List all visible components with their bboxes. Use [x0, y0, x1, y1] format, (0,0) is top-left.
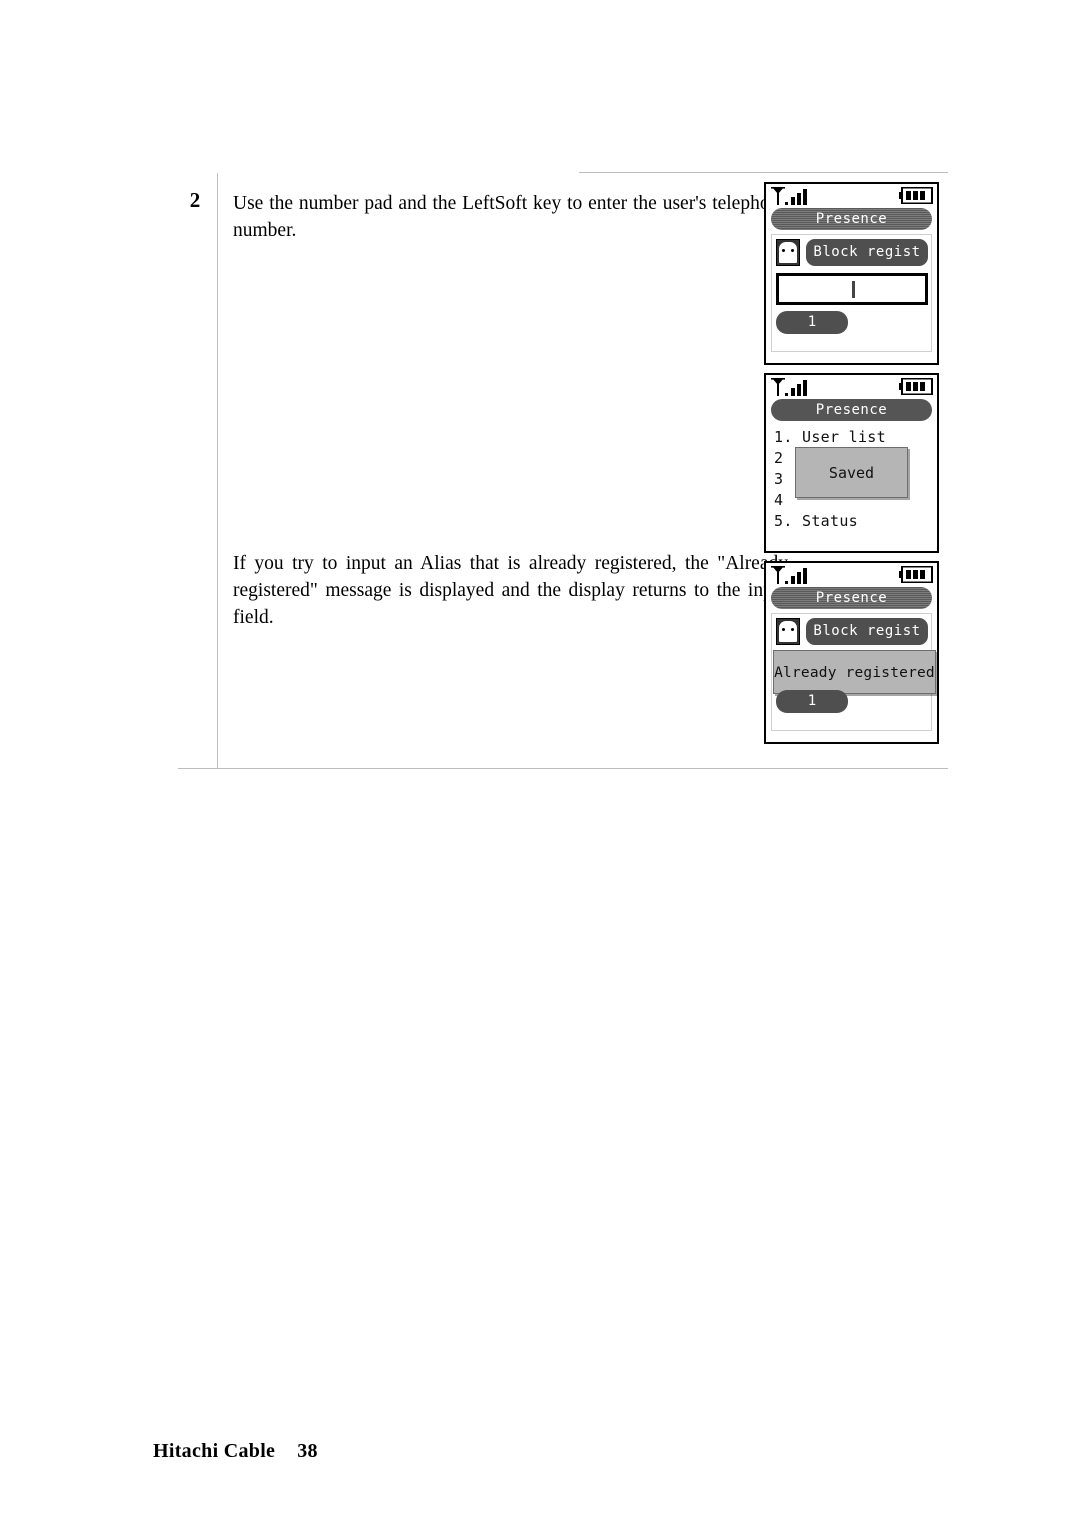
step-note-text: If you try to input an Alias that is alr…	[233, 553, 788, 628]
already-registered-dialog: Already registered	[773, 650, 936, 694]
phone-screenshot-already-registered: Presence Block regist Already registered…	[764, 561, 939, 744]
softkey-1-button[interactable]: 1	[776, 690, 848, 713]
menu-item[interactable]: 1. User list	[774, 427, 930, 448]
softkey-1-button[interactable]: 1	[776, 311, 848, 334]
screen-title: Presence	[771, 399, 932, 421]
block-regist-row: Block regist	[776, 618, 928, 646]
screen-content: Block regist 1	[771, 234, 932, 352]
screen-title: Presence	[771, 208, 932, 230]
battery-icon	[899, 566, 933, 583]
telephone-number-input[interactable]	[776, 273, 928, 305]
signal-antenna-icon	[771, 187, 807, 205]
menu-item[interactable]: 5. Status	[774, 511, 930, 532]
phone-screenshot-presence-menu-saved: Presence 1. User list 2 3 4 5. Status Sa…	[764, 373, 939, 553]
step-number: 2	[189, 188, 201, 212]
status-bar	[766, 563, 937, 587]
status-bar	[766, 375, 937, 399]
screen-content: Block regist Already registered 1	[771, 613, 936, 731]
status-bar	[766, 184, 937, 208]
user-avatar-icon	[776, 239, 800, 266]
signal-antenna-icon	[771, 566, 807, 584]
battery-icon	[899, 378, 933, 395]
step-number-column: 2	[178, 173, 218, 768]
screen-content: 1. User list 2 3 4 5. Status Saved	[771, 425, 932, 543]
user-avatar-icon	[776, 618, 800, 645]
manual-page: 2 Use the number pad and the LeftSoft ke…	[0, 0, 1080, 1528]
text-caret	[852, 281, 855, 298]
step-instruction-text: Use the number pad and the LeftSoft key …	[233, 193, 788, 241]
battery-icon	[899, 187, 933, 204]
phone-screenshot-block-regist-input: Presence Block regist 1	[764, 182, 939, 365]
signal-antenna-icon	[771, 378, 807, 396]
footer-publisher: Hitachi Cable	[153, 1440, 276, 1462]
screen-title: Presence	[771, 587, 932, 609]
block-regist-label: Block regist	[806, 239, 928, 266]
page-footer: Hitachi Cable 38	[153, 1440, 318, 1463]
block-regist-row: Block regist	[776, 239, 928, 267]
block-regist-label: Block regist	[806, 618, 928, 645]
saved-dialog: Saved	[795, 447, 908, 498]
footer-page-number: 38	[297, 1440, 318, 1462]
